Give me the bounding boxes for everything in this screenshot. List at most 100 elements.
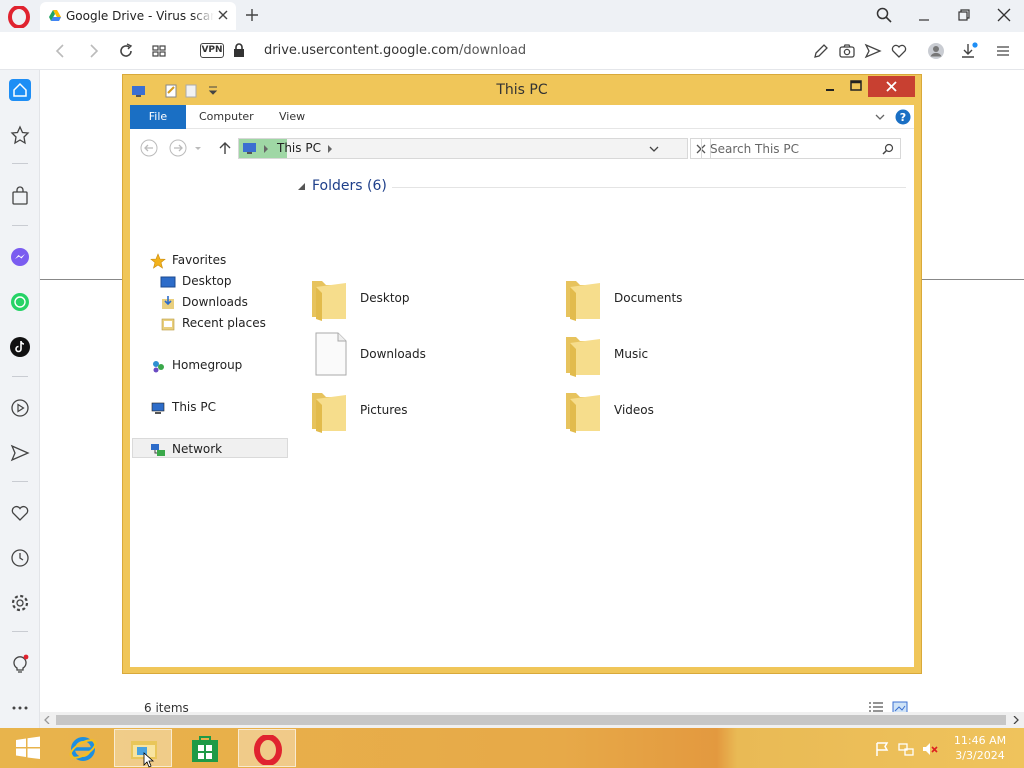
expand-ribbon-chevron-icon[interactable] [874,111,886,123]
scroll-left-arrow-icon[interactable] [43,716,51,724]
taskbar-file-explorer[interactable] [114,729,172,768]
start-button[interactable] [0,729,58,767]
file-explorer-window: This PC File Computer View ? This PC Sea… [122,74,922,715]
breadcrumb-separator-icon[interactable] [327,145,333,153]
folder-name: Desktop [360,291,410,305]
settings-gear-icon[interactable] [9,592,31,614]
volume-muted-icon[interactable] [922,741,938,757]
folder-tile-downloads[interactable]: Downloads [308,331,558,381]
taskbar-opera[interactable] [238,729,296,767]
search-input[interactable]: Search This PC [701,138,901,159]
opera-taskbar-icon [254,735,282,765]
address-bar: VPN drive.usercontent.google.com/downloa… [0,32,1024,70]
folder-name: Downloads [360,347,426,361]
folder-tile-documents[interactable]: Documents [562,275,812,325]
mouse-cursor-icon [143,752,155,768]
lock-icon[interactable] [232,42,246,58]
forward-circle-icon[interactable] [169,139,187,157]
horizontal-scrollbar[interactable] [40,712,1024,728]
system-clock[interactable]: 11:46 AM 3/3/2024 [948,733,1012,763]
google-drive-icon [49,10,61,21]
folder-tile-pictures[interactable]: Pictures [308,387,558,437]
close-button[interactable] [868,76,915,97]
star-icon [150,253,166,269]
camera-icon[interactable] [838,42,856,60]
folders-group-label: Folders (6) [312,178,387,194]
minimize-icon[interactable] [916,7,932,23]
taskbar-store[interactable] [176,729,234,767]
tab-view[interactable]: View [279,105,305,129]
back-arrow-icon[interactable] [52,42,70,60]
folder-name: Videos [614,403,654,417]
browser-tab-active[interactable]: Google Drive - Virus scan warning [40,2,236,30]
tab-close-icon[interactable] [216,8,230,22]
opera-logo-icon[interactable] [8,6,30,28]
folder-tile-desktop[interactable]: Desktop [308,275,558,325]
bookmarks-heart-icon[interactable] [9,502,31,524]
vpn-badge[interactable]: VPN [200,43,224,58]
whatsapp-icon[interactable] [9,291,31,313]
minimize-icon[interactable] [821,81,839,95]
home-icon[interactable] [9,79,31,101]
breadcrumb-this-pc[interactable]: This PC [277,141,321,155]
up-arrow-icon[interactable] [216,139,234,157]
profile-avatar-icon[interactable] [927,42,945,60]
address-dropdown-chevron-icon[interactable] [649,144,659,154]
this-pc-icon [151,402,165,414]
breadcrumb-separator-icon[interactable] [263,145,269,153]
more-dots-icon[interactable] [9,697,31,719]
internet-explorer-icon [69,737,97,761]
heart-icon[interactable] [890,42,908,60]
send-icon[interactable] [864,42,882,60]
lightbulb-icon[interactable] [9,653,31,675]
easy-setup-menu-icon[interactable] [994,42,1012,60]
restore-icon[interactable] [956,7,972,23]
recent-locations-chevron-icon[interactable] [193,139,203,157]
close-window-icon[interactable] [996,7,1012,23]
nav-desktop-label: Desktop [182,274,232,288]
url-path: /download [458,43,527,58]
folders-group-header[interactable]: Folders (6) [298,177,908,197]
taskbar-internet-explorer[interactable] [54,729,112,767]
url-field[interactable]: drive.usercontent.google.com/download [264,43,526,58]
this-pc-breadcrumb-icon [243,143,256,154]
action-center-flag-icon[interactable] [874,741,890,757]
flow-send-icon[interactable] [9,442,31,464]
reload-icon[interactable] [117,42,135,60]
folder-name: Music [614,347,649,361]
network-tray-icon[interactable] [898,741,914,757]
tab-computer[interactable]: Computer [199,105,254,129]
windows-store-icon [192,736,218,762]
help-icon[interactable]: ? [895,109,911,125]
tab-grid-icon[interactable] [150,42,168,60]
desktop-icon [160,276,176,288]
recent-places-icon [161,318,175,331]
folder-name: Pictures [360,403,408,417]
pinboard-icon[interactable] [9,124,31,146]
maximize-icon[interactable] [847,79,865,93]
close-x-icon [886,81,897,92]
scroll-right-arrow-icon[interactable] [1012,716,1020,724]
scrollbar-thumb[interactable] [56,715,1006,725]
new-tab-plus-icon[interactable] [244,7,260,23]
navigation-row: This PC Search This PC [130,129,914,167]
folder-tile-videos[interactable]: Videos [562,387,812,437]
tiktok-icon[interactable] [9,336,31,358]
explorer-content: This PC Search This PC Favorites Desktop… [130,129,914,715]
history-clock-icon[interactable] [9,547,31,569]
forward-arrow-icon[interactable] [84,42,102,60]
shopping-bag-icon[interactable] [9,185,31,207]
back-circle-icon[interactable] [140,139,158,157]
tab-search-icon[interactable] [876,7,892,23]
messenger-icon[interactable] [9,246,31,268]
breadcrumb-bar[interactable]: This PC [238,138,688,159]
player-icon[interactable] [9,397,31,419]
tab-file[interactable]: File [130,105,186,129]
folder-tile-music[interactable]: Music [562,331,812,381]
edit-icon[interactable] [812,42,830,60]
collapse-triangle-icon [298,183,305,190]
blank-document-icon [315,332,347,376]
downloads-icon[interactable] [960,42,978,60]
downloads-folder-icon [162,296,174,309]
homegroup-icon [153,361,164,373]
